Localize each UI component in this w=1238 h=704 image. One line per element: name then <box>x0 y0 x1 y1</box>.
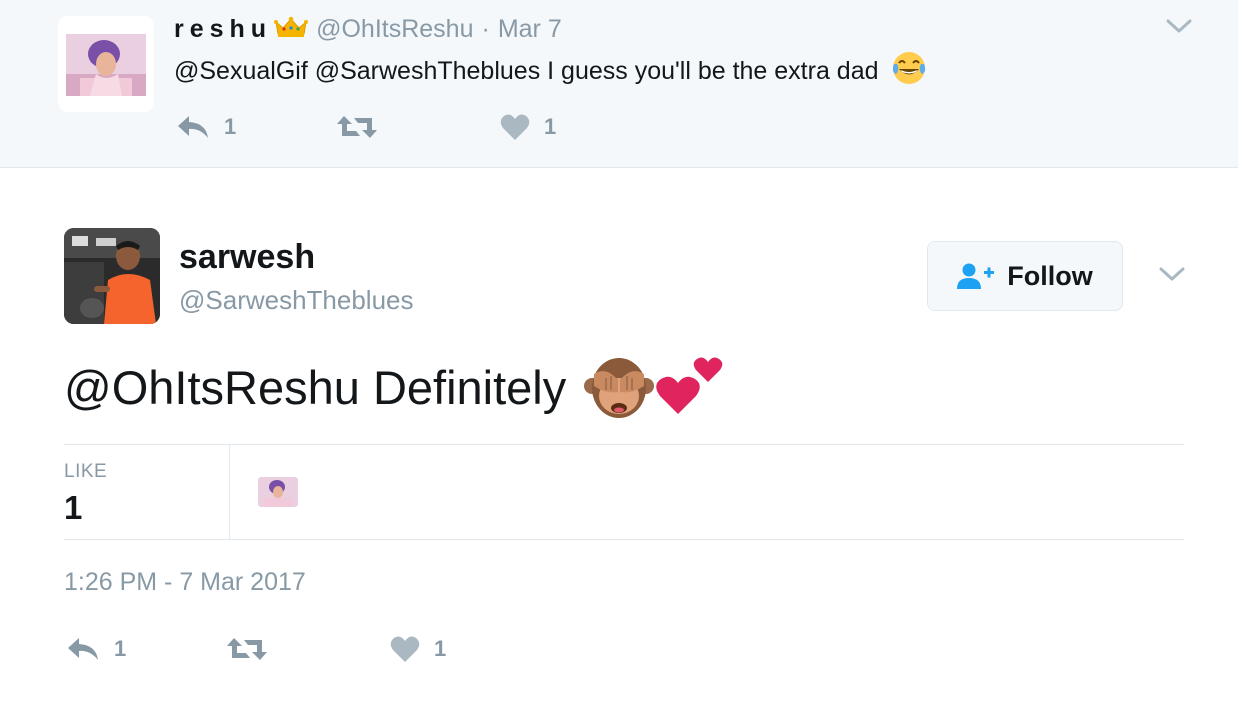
header-separator: · <box>481 14 490 43</box>
chevron-down-icon[interactable] <box>1159 266 1185 282</box>
reply-icon[interactable] <box>66 636 100 662</box>
parent-tweet[interactable]: reshu @OhItsReshu · Mar 7 @SexualGif @Sa… <box>0 0 1238 168</box>
tweet-stats: LIKE 1 <box>64 444 1184 540</box>
reply-action[interactable]: 1 <box>176 110 236 144</box>
avatar-photo <box>258 477 298 507</box>
parent-tweet-text: @SexualGif @SarweshTheblues I guess you'… <box>174 57 879 85</box>
retweet-icon[interactable] <box>336 114 378 140</box>
parent-avatar[interactable] <box>58 16 154 112</box>
parent-action-bar: 1 1 <box>174 110 594 144</box>
like-action[interactable]: 1 <box>500 110 556 144</box>
main-display-name[interactable]: sarwesh <box>179 238 315 277</box>
main-tweet-text: @OhItsReshu Definitely <box>64 360 567 414</box>
avatar-photo <box>64 228 160 324</box>
retweet-icon[interactable] <box>226 636 268 662</box>
likes-count[interactable]: 1 <box>64 489 82 527</box>
stats-divider <box>229 445 230 539</box>
likes-label: LIKE <box>64 461 108 482</box>
tweet-timestamp[interactable]: 1:26 PM - 7 Mar 2017 <box>64 568 306 597</box>
face-with-tears-of-joy-icon <box>891 50 927 93</box>
like-action[interactable]: 1 <box>390 632 446 666</box>
reply-action[interactable]: 1 <box>66 632 126 666</box>
parent-date[interactable]: Mar 7 <box>498 15 562 44</box>
reply-count: 1 <box>224 114 237 139</box>
retweet-action[interactable] <box>226 632 282 666</box>
parent-display-name[interactable]: reshu <box>174 15 272 44</box>
parent-tweet-text-row: @SexualGif @SarweshTheblues I guess you'… <box>174 50 927 93</box>
tweet-emojis <box>584 352 724 422</box>
main-action-bar: 1 1 <box>64 632 484 668</box>
follow-button-label: Follow <box>1007 260 1093 291</box>
two-hearts-icon <box>656 357 723 414</box>
heart-icon[interactable] <box>390 635 420 663</box>
retweet-action[interactable] <box>336 110 392 144</box>
add-user-icon <box>957 263 995 289</box>
parent-handle[interactable]: @OhItsReshu <box>316 15 473 44</box>
reply-count: 1 <box>114 636 127 661</box>
crown-icon <box>274 16 309 43</box>
like-count: 1 <box>434 636 447 661</box>
main-tweet-text-row: @OhItsReshu Definitely <box>64 352 724 422</box>
parent-tweet-header: reshu @OhItsReshu · Mar 7 <box>174 12 562 46</box>
see-no-evil-monkey-icon <box>584 358 655 418</box>
heart-icon[interactable] <box>500 113 530 141</box>
liker-avatar[interactable] <box>258 477 298 507</box>
avatar-photo <box>66 34 146 96</box>
reply-icon[interactable] <box>176 114 210 140</box>
follow-button[interactable]: Follow <box>927 241 1123 311</box>
main-handle[interactable]: @SarweshTheblues <box>179 285 414 316</box>
like-count: 1 <box>544 114 557 139</box>
main-avatar[interactable] <box>64 228 160 324</box>
chevron-down-icon[interactable] <box>1166 18 1192 34</box>
